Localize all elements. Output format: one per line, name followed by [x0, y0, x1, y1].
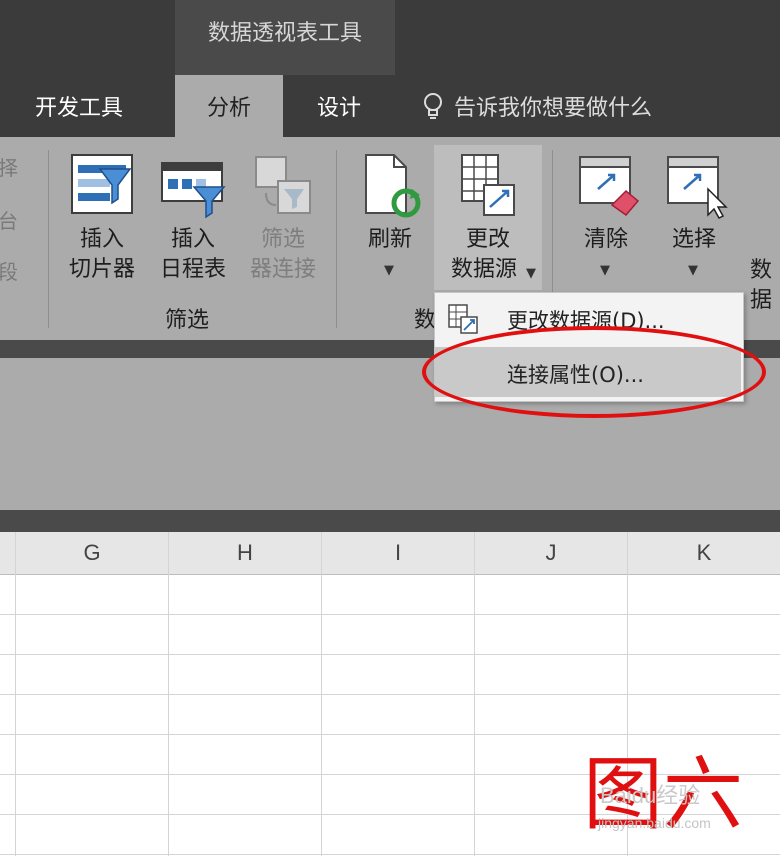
column-header-h[interactable]: H	[169, 532, 321, 574]
select-label: 选择	[671, 227, 716, 252]
filter-connections-icon	[255, 156, 311, 214]
highlight-ellipse	[422, 326, 766, 418]
partial-label-2: 台	[0, 209, 18, 233]
select-dropdown-arrow[interactable]: ▼	[688, 263, 698, 278]
filter-group-label: 筛选	[165, 308, 210, 333]
lightbulb-icon	[424, 93, 442, 119]
clear-icon	[579, 156, 640, 217]
change-source-icon	[461, 154, 515, 216]
watermark-brand: Baidu经验	[600, 783, 701, 808]
data-group-label: 数	[414, 308, 437, 333]
grid-line	[0, 854, 780, 855]
insert-timeline-label-2: 日程表	[159, 257, 226, 282]
column-header-i[interactable]: I	[322, 532, 474, 574]
clear-dropdown-arrow[interactable]: ▼	[600, 263, 610, 278]
filter-connections-button[interactable]: 筛选 器连接	[240, 145, 326, 290]
clear-label: 清除	[583, 227, 628, 252]
change-source-dropdown-arrow[interactable]: ▼	[526, 266, 536, 281]
refresh-dropdown-arrow[interactable]: ▼	[384, 263, 394, 278]
ribbon-separator	[336, 150, 337, 328]
column-header-k[interactable]: K	[628, 532, 780, 574]
insert-timeline-button[interactable]: 插入 日程表	[150, 145, 236, 290]
filter-connections-label-1: 筛选	[260, 227, 305, 252]
timeline-icon	[161, 162, 226, 219]
tab-design[interactable]: 设计	[293, 75, 385, 137]
grid-top-border	[0, 510, 780, 532]
refresh-icon	[365, 154, 421, 218]
refresh-button[interactable]: 刷新 ▼	[350, 145, 430, 290]
tab-developer[interactable]: 开发工具	[14, 75, 144, 137]
grid-line	[0, 614, 780, 615]
partial-label-1: 择	[0, 156, 18, 180]
tell-me-search[interactable]: 告诉我你想要做什么	[420, 75, 652, 137]
select-icon	[667, 156, 728, 219]
column-header-g[interactable]: G	[16, 532, 168, 574]
partial-data-label: 数据	[749, 258, 772, 313]
change-source-label-2: 数据源	[450, 257, 517, 282]
select-button[interactable]: 选择 ▼	[652, 145, 736, 290]
slicer-icon	[71, 154, 133, 214]
watermark-url: jingyan.baidu.com	[598, 815, 711, 831]
insert-slicer-button[interactable]: 插入 切片器	[60, 145, 144, 290]
insert-slicer-label-2: 切片器	[68, 257, 135, 282]
tell-me-label: 告诉我你想要做什么	[454, 96, 653, 121]
insert-slicer-label-1: 插入	[79, 227, 124, 252]
tab-analyze[interactable]: 分析	[175, 75, 283, 137]
partial-label-3: 段	[0, 260, 18, 284]
change-source-small-icon	[448, 304, 478, 334]
insert-timeline-label-1: 插入	[170, 227, 215, 252]
change-source-label-1: 更改	[465, 227, 510, 252]
change-data-source-button[interactable]: 更改 数据源 ▼	[434, 145, 542, 290]
column-header-j[interactable]: J	[475, 532, 627, 574]
ribbon-separator	[48, 150, 49, 328]
refresh-label: 刷新	[367, 227, 412, 252]
context-tab-label: 数据透视表工具	[207, 21, 362, 46]
grid-line	[0, 694, 780, 695]
filter-connections-label-2: 器连接	[249, 257, 316, 282]
clear-button[interactable]: 清除 ▼	[566, 145, 646, 290]
grid-line	[0, 654, 780, 655]
